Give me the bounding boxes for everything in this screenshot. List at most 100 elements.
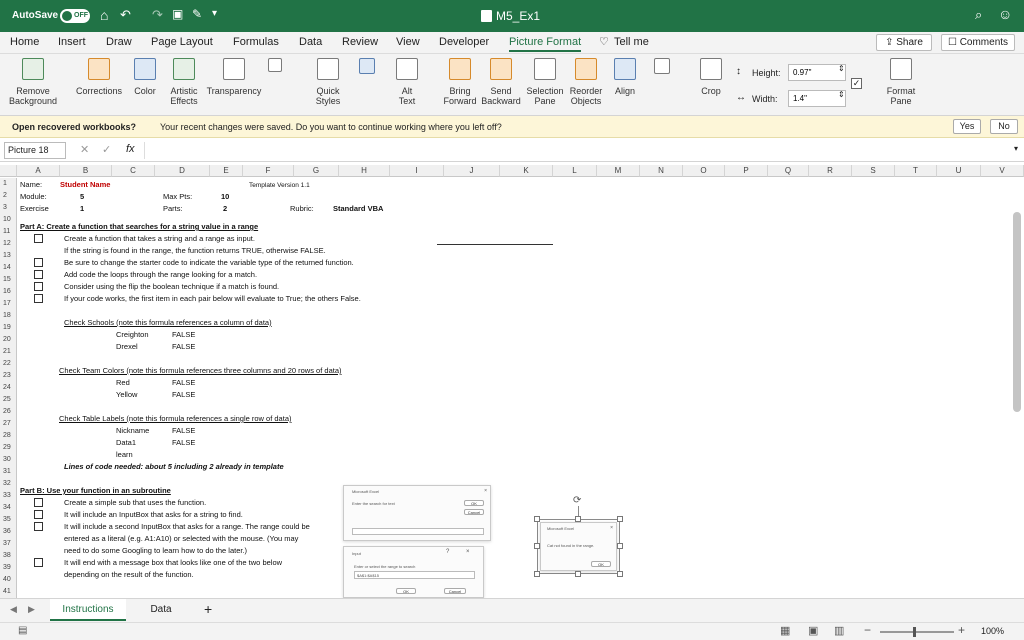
format-pane-button[interactable]: Format Pane xyxy=(880,58,922,106)
row-header-24[interactable]: 24 xyxy=(0,382,17,394)
column-header-q[interactable]: Q xyxy=(768,165,809,177)
sheet-tab-data[interactable]: Data xyxy=(134,599,188,621)
home-icon[interactable]: ⌂ xyxy=(100,7,108,23)
row-header-23[interactable]: 23 xyxy=(0,370,17,382)
row-header-20[interactable]: 20 xyxy=(0,334,17,346)
formula-input[interactable] xyxy=(144,142,1012,159)
column-header-c[interactable]: C xyxy=(112,165,155,177)
select-all[interactable] xyxy=(0,165,17,177)
resize-handle[interactable] xyxy=(617,516,623,522)
name-box[interactable]: Picture 18 xyxy=(4,142,66,159)
column-header-p[interactable]: P xyxy=(725,165,768,177)
row-header-29[interactable]: 29 xyxy=(0,442,17,454)
column-header-j[interactable]: J xyxy=(444,165,500,177)
quick-styles-button[interactable]: Quick Styles xyxy=(305,58,351,106)
column-header-b[interactable]: B xyxy=(60,165,112,177)
tab-review[interactable]: Review xyxy=(342,36,378,48)
share-button[interactable]: ⇪ Share xyxy=(876,34,932,51)
edit-icon[interactable]: ✎ xyxy=(192,7,202,21)
normal-view-icon[interactable]: ▦ xyxy=(780,624,790,637)
search-icon[interactable]: ⌕ xyxy=(975,7,982,23)
crop-button[interactable]: Crop xyxy=(696,58,726,96)
column-header-e[interactable]: E xyxy=(210,165,243,177)
row-header-10[interactable]: 10 xyxy=(0,214,17,226)
column-header-k[interactable]: K xyxy=(500,165,553,177)
rotate-handle-icon[interactable]: ⟳ xyxy=(573,495,581,506)
column-header-d[interactable]: D xyxy=(155,165,210,177)
next-sheet-icon[interactable]: ▶ xyxy=(28,604,35,615)
selection-pane-button[interactable]: Selection Pane xyxy=(524,58,566,106)
vertical-scrollbar[interactable] xyxy=(1013,212,1021,412)
checkbox-b3[interactable] xyxy=(34,522,43,531)
selected-picture[interactable]: Microsoft Excel × Cat not found in the r… xyxy=(537,519,620,574)
page-break-view-icon[interactable]: ▥ xyxy=(834,624,844,637)
row-header-14[interactable]: 14 xyxy=(0,262,17,274)
comments-button[interactable]: ☐ Comments xyxy=(941,34,1015,51)
row-header-19[interactable]: 19 xyxy=(0,322,17,334)
page-layout-view-icon[interactable]: ▣ xyxy=(808,624,818,637)
reorder-objects-button[interactable]: Reorder Objects xyxy=(566,58,606,106)
row-header-13[interactable]: 13 xyxy=(0,250,17,262)
tab-insert[interactable]: Insert xyxy=(58,36,86,48)
checkbox-a6[interactable] xyxy=(34,294,43,303)
column-header-o[interactable]: O xyxy=(683,165,725,177)
tab-page-layout[interactable]: Page Layout xyxy=(151,36,213,48)
checkbox-a1[interactable] xyxy=(34,234,43,243)
column-header-h[interactable]: H xyxy=(339,165,390,177)
row-header-12[interactable]: 12 xyxy=(0,238,17,250)
width-stepper-icon[interactable]: ⇕ xyxy=(838,90,845,99)
tab-draw[interactable]: Draw xyxy=(106,36,132,48)
tab-formulas[interactable]: Formulas xyxy=(233,36,279,48)
lock-aspect-checkbox[interactable]: ✓ xyxy=(851,78,862,89)
resize-handle[interactable] xyxy=(617,571,623,577)
autosave-toggle[interactable]: OFF xyxy=(60,9,90,23)
color-button[interactable]: Color xyxy=(128,58,162,96)
align-button[interactable]: Align xyxy=(608,58,642,96)
tab-home[interactable]: Home xyxy=(10,36,39,48)
column-header-l[interactable]: L xyxy=(553,165,597,177)
row-header-21[interactable]: 21 xyxy=(0,346,17,358)
column-header-r[interactable]: R xyxy=(809,165,852,177)
remove-background-button[interactable]: Remove Background xyxy=(6,58,60,106)
resize-handle[interactable] xyxy=(575,516,581,522)
row-header-17[interactable]: 17 xyxy=(0,298,17,310)
checkbox-b1[interactable] xyxy=(34,498,43,507)
compress-button[interactable] xyxy=(264,58,286,78)
row-header-2[interactable]: 2 xyxy=(0,190,17,202)
column-header-a[interactable]: A xyxy=(17,165,60,177)
row-header-1[interactable]: 1 xyxy=(0,178,17,190)
expand-formula-icon[interactable]: ▾ xyxy=(1014,144,1018,153)
range-dialog-image[interactable]: Input ? × Enter or select the range to s… xyxy=(343,546,484,598)
column-header-v[interactable]: V xyxy=(981,165,1024,177)
tab-developer[interactable]: Developer xyxy=(439,36,489,48)
column-header-i[interactable]: I xyxy=(390,165,444,177)
redo-icon[interactable]: ↷ xyxy=(152,7,163,23)
column-header-f[interactable]: F xyxy=(243,165,294,177)
column-header-g[interactable]: G xyxy=(294,165,339,177)
row-header-11[interactable]: 11 xyxy=(0,226,17,238)
input-dialog-image[interactable]: Microsoft Excel × Enter the search for t… xyxy=(343,485,491,541)
zoom-slider-thumb[interactable] xyxy=(913,627,916,637)
column-header-s[interactable]: S xyxy=(852,165,895,177)
checkbox-a4[interactable] xyxy=(34,270,43,279)
row-header-30[interactable]: 30 xyxy=(0,454,17,466)
resize-handle[interactable] xyxy=(617,543,623,549)
checkbox-b2[interactable] xyxy=(34,510,43,519)
row-header-38[interactable]: 38 xyxy=(0,550,17,562)
enter-icon[interactable]: ✓ xyxy=(102,143,111,156)
prev-sheet-icon[interactable]: ◀ xyxy=(10,604,17,615)
account-icon[interactable]: ☺ xyxy=(998,6,1012,22)
corrections-button[interactable]: Corrections xyxy=(72,58,126,96)
row-header-27[interactable]: 27 xyxy=(0,418,17,430)
resize-handle[interactable] xyxy=(534,516,540,522)
row-header-18[interactable]: 18 xyxy=(0,310,17,322)
height-stepper-icon[interactable]: ⇕ xyxy=(838,64,845,73)
no-button[interactable]: No xyxy=(990,119,1018,134)
send-backward-button[interactable]: Send Backward xyxy=(480,58,522,106)
checkbox-a3[interactable] xyxy=(34,258,43,267)
zoom-in-icon[interactable]: + xyxy=(958,623,965,637)
save-icon[interactable]: ▣ xyxy=(172,7,183,21)
tab-picture-format[interactable]: Picture Format xyxy=(509,36,582,52)
row-header-33[interactable]: 33 xyxy=(0,490,17,502)
resize-handle[interactable] xyxy=(534,571,540,577)
